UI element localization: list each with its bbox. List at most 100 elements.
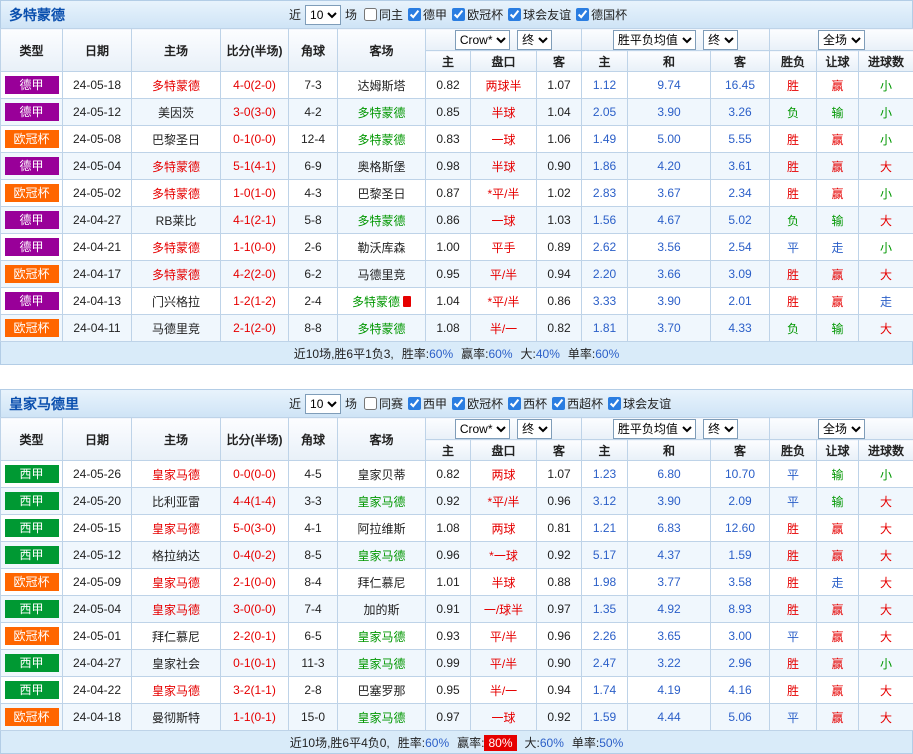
checkbox-input[interactable]	[364, 8, 377, 21]
home-team-cell: 皇家马德	[132, 596, 221, 623]
away-odds-cell: 0.94	[537, 261, 582, 288]
result-cell: 负	[770, 315, 817, 342]
checkbox-input[interactable]	[608, 397, 621, 410]
recent-count-select[interactable]: 10	[305, 5, 341, 25]
result-cell: 胜	[770, 288, 817, 315]
filter-checkbox[interactable]: 球会友谊	[608, 395, 671, 412]
red-card-icon	[403, 296, 411, 307]
date-cell: 24-04-17	[63, 261, 132, 288]
odds-company-select[interactable]: Crow*	[455, 30, 510, 50]
handicap-result-cell: 输	[817, 99, 859, 126]
filter-checkbox[interactable]: 球会友谊	[508, 6, 571, 23]
match-row: 西甲24-04-27皇家社会0-1(0-1)11-3皇家马德0.99平/半0.9…	[1, 650, 913, 677]
filter-checkbox[interactable]: 西杯	[508, 395, 547, 412]
odds-time-select[interactable]: 终	[517, 30, 552, 50]
odds-company-select[interactable]: Crow*	[455, 419, 510, 439]
filter-checkbox[interactable]: 西超杯	[552, 395, 603, 412]
avg-away-cell: 3.00	[711, 623, 770, 650]
filter-checkbox[interactable]: 西甲	[408, 395, 447, 412]
league-badge: 德甲	[5, 157, 59, 175]
avg-away-cell: 2.54	[711, 234, 770, 261]
checkbox-input[interactable]	[552, 397, 565, 410]
col-score: 比分(半场)	[221, 29, 289, 72]
filter-checkbox[interactable]: 欧冠杯	[452, 6, 503, 23]
away-odds-cell: 0.90	[537, 650, 582, 677]
avg-type-select[interactable]: 胜平负均值	[613, 419, 696, 439]
handicap-result-cell: 赢	[817, 72, 859, 99]
checkbox-label: 德甲	[423, 6, 447, 23]
league-filter-checkboxes: 同赛西甲欧冠杯西杯西超杯球会友谊	[359, 395, 671, 413]
corner-cell: 12-4	[289, 126, 338, 153]
avg-group-header: 胜平负均值 终	[582, 29, 770, 51]
checkbox-label: 德国杯	[591, 6, 627, 23]
checkbox-input[interactable]	[408, 397, 421, 410]
home-odds-cell: 0.87	[426, 180, 471, 207]
avg-time-select[interactable]: 终	[703, 30, 738, 50]
filter-checkbox[interactable]: 欧冠杯	[452, 395, 503, 412]
league-type-cell: 欧冠杯	[1, 623, 63, 650]
checkbox-input[interactable]	[364, 397, 377, 410]
date-cell: 24-05-04	[63, 596, 132, 623]
col-date: 日期	[63, 29, 132, 72]
scope-select[interactable]: 全场	[818, 419, 865, 439]
filter-checkbox[interactable]: 德国杯	[576, 6, 627, 23]
scope-select[interactable]: 全场	[818, 30, 865, 50]
score-cell: 3-0(0-0)	[221, 596, 289, 623]
recent-count-select[interactable]: 10	[305, 394, 341, 414]
home-team-cell: 比利亚雷	[132, 488, 221, 515]
stat-label: 胜率:	[398, 736, 425, 750]
stat-value: 60%	[429, 347, 453, 361]
stat-value: 50%	[599, 736, 623, 750]
avg-type-select[interactable]: 胜平负均值	[613, 30, 696, 50]
handicap-result-cell: 赢	[817, 677, 859, 704]
league-type-cell: 西甲	[1, 677, 63, 704]
checkbox-input[interactable]	[408, 8, 421, 21]
away-odds-cell: 1.06	[537, 126, 582, 153]
away-odds-cell: 0.96	[537, 623, 582, 650]
corner-cell: 6-5	[289, 623, 338, 650]
score-cell: 1-0(1-0)	[221, 180, 289, 207]
date-cell: 24-05-26	[63, 461, 132, 488]
avg-home-cell: 3.33	[582, 288, 628, 315]
corner-cell: 8-8	[289, 315, 338, 342]
result-cell: 平	[770, 704, 817, 731]
handicap-cell: 两球半	[471, 72, 537, 99]
away-team-cell: 皇家贝蒂	[338, 461, 426, 488]
col-odds-away: 客	[537, 51, 582, 72]
score-cell: 3-0(3-0)	[221, 99, 289, 126]
corner-cell: 4-2	[289, 99, 338, 126]
checkbox-input[interactable]	[576, 8, 589, 21]
home-team-cell: 皇家马德	[132, 677, 221, 704]
stat: 大:60%	[525, 736, 564, 750]
home-team-cell: 皇家社会	[132, 650, 221, 677]
date-cell: 24-04-27	[63, 650, 132, 677]
filter-checkbox[interactable]: 德甲	[408, 6, 447, 23]
league-type-cell: 德甲	[1, 207, 63, 234]
home-team-cell: 皇家马德	[132, 515, 221, 542]
checkbox-input[interactable]	[452, 397, 465, 410]
filter-checkbox[interactable]: 同主	[364, 6, 403, 23]
home-odds-cell: 0.85	[426, 99, 471, 126]
league-type-cell: 德甲	[1, 288, 63, 315]
away-team-cell: 马德里竞	[338, 261, 426, 288]
col-corner: 角球	[289, 418, 338, 461]
checkbox-input[interactable]	[508, 397, 521, 410]
checkbox-input[interactable]	[452, 8, 465, 21]
odds-time-select[interactable]: 终	[517, 419, 552, 439]
home-team-cell: 多特蒙德	[132, 153, 221, 180]
avg-away-cell: 3.61	[711, 153, 770, 180]
col-handicap-result: 让球	[817, 440, 859, 461]
away-team-cell: 巴黎圣日	[338, 180, 426, 207]
checkbox-input[interactable]	[508, 8, 521, 21]
away-team-name: 皇家马德	[357, 711, 405, 725]
league-badge: 欧冠杯	[5, 319, 59, 337]
filter-checkbox[interactable]: 同赛	[364, 395, 403, 412]
home-odds-cell: 0.96	[426, 542, 471, 569]
league-type-cell: 西甲	[1, 542, 63, 569]
home-team-cell: 多特蒙德	[132, 261, 221, 288]
avg-home-cell: 1.98	[582, 569, 628, 596]
home-team-cell: 曼彻斯特	[132, 704, 221, 731]
goals-result-cell: 小	[859, 650, 913, 677]
avg-time-select[interactable]: 终	[703, 419, 738, 439]
checkbox-label: 同主	[379, 6, 403, 23]
